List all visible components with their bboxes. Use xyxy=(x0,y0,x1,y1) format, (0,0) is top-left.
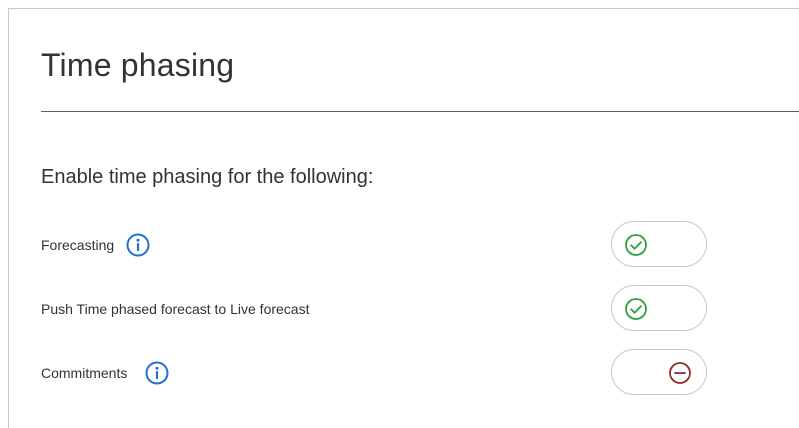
info-icon[interactable] xyxy=(126,233,150,257)
setting-label-push-forecast: Push Time phased forecast to Live foreca… xyxy=(41,301,310,317)
setting-label-wrap: Commitments xyxy=(41,349,169,397)
setting-row-forecasting: Forecasting xyxy=(41,221,711,269)
title-divider xyxy=(41,111,799,112)
forecasting-toggle[interactable] xyxy=(611,221,707,267)
push-forecast-toggle[interactable] xyxy=(611,285,707,331)
setting-row-push-forecast: Push Time phased forecast to Live foreca… xyxy=(41,285,711,333)
setting-label-commitments: Commitments xyxy=(41,365,128,381)
check-circle-icon xyxy=(624,233,648,257)
check-circle-icon xyxy=(624,297,648,321)
info-icon[interactable] xyxy=(145,361,169,385)
commitments-toggle[interactable] xyxy=(611,349,707,395)
page-title: Time phasing xyxy=(41,47,235,83)
section-subtitle: Enable time phasing for the following: xyxy=(41,166,374,188)
setting-label-wrap: Forecasting xyxy=(41,221,150,269)
time-phasing-panel: Time phasing Enable time phasing for the… xyxy=(8,8,799,428)
setting-label-forecasting: Forecasting xyxy=(41,237,115,253)
minus-circle-icon xyxy=(668,361,692,385)
setting-label-wrap: Push Time phased forecast to Live foreca… xyxy=(41,285,309,333)
setting-row-commitments: Commitments xyxy=(41,349,711,397)
